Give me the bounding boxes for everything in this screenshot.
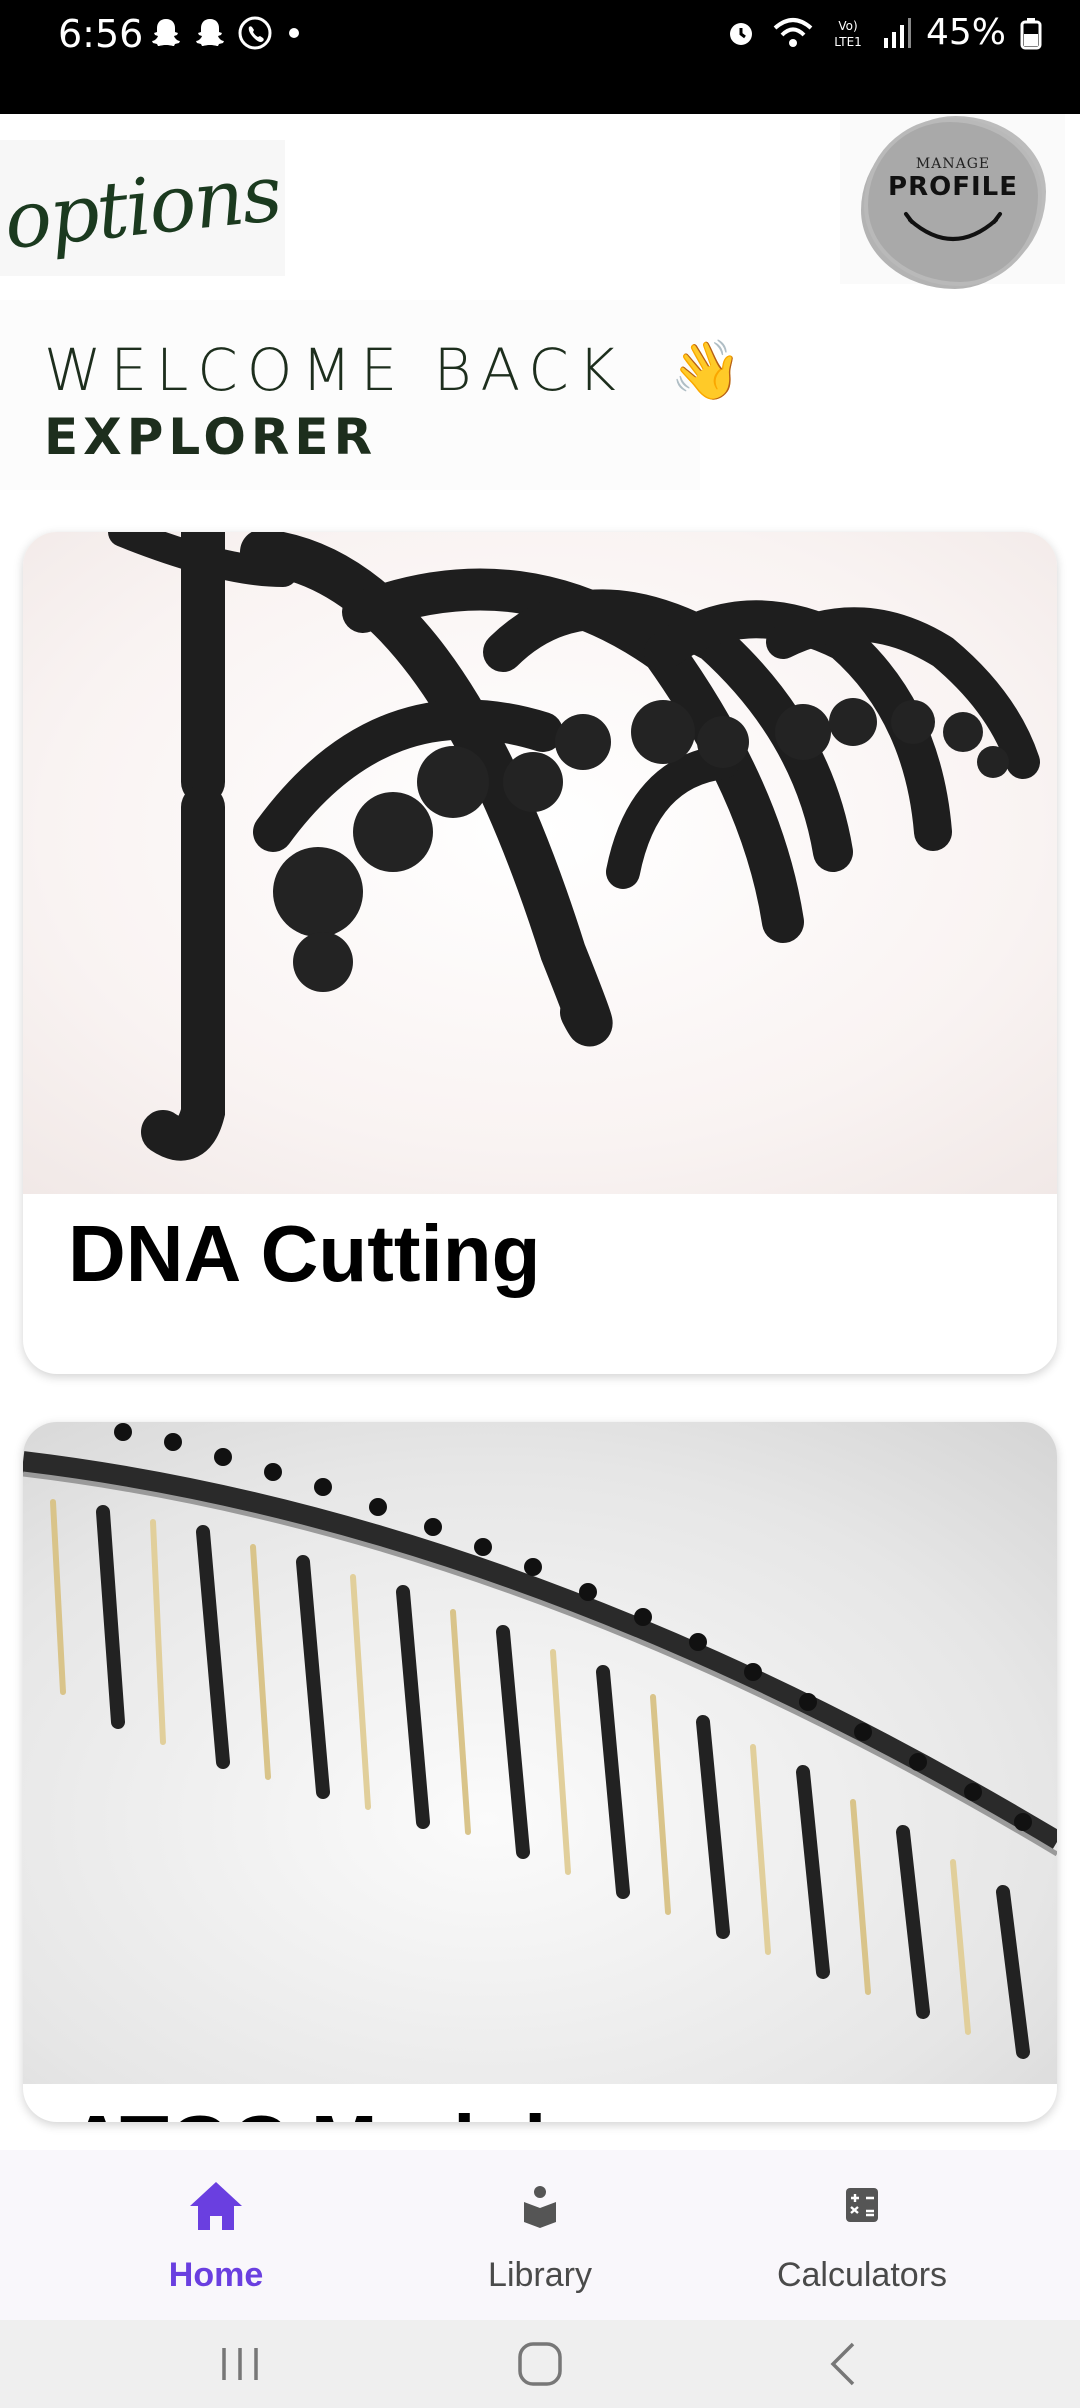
logo-text: options [0, 148, 285, 268]
battery-percent: 45% [925, 12, 1006, 53]
back-icon[interactable] [805, 2336, 885, 2392]
dna-helix-image [23, 532, 1057, 1194]
status-time: 6:56 [58, 12, 144, 56]
module-card-dna-cutting[interactable]: DNA Cutting [23, 532, 1057, 1374]
snapchat-icon [152, 19, 180, 46]
profile-badge[interactable]: MANAGE PROFILE [868, 122, 1038, 282]
profile-small-text: MANAGE [915, 156, 991, 172]
home-icon [190, 2182, 242, 2230]
snapchat-icon [196, 19, 224, 46]
profile-big-text: PROFILE [888, 172, 1018, 202]
nav-item-library[interactable]: Library [420, 2178, 660, 2295]
welcome-banner: WELCOME BACK 👋 EXPLORER [0, 300, 742, 490]
recent-apps-icon[interactable] [200, 2336, 280, 2392]
nav-label-calculators: Calculators [776, 2256, 948, 2294]
manage-profile-button[interactable]: MANAGE PROFILE [840, 114, 1065, 284]
module-card-atgc[interactable]: ATGC Module [23, 1422, 1057, 2122]
notification-icons [148, 14, 306, 52]
wifi-icon [773, 17, 813, 47]
card-title: DNA Cutting [68, 1209, 541, 1298]
alarm-icon [729, 22, 752, 45]
dot-icon [289, 28, 299, 38]
welcome-heading: WELCOME BACK 👋 [44, 336, 751, 405]
status-bar: 6:56 Vo) LTE1 45% [0, 0, 1080, 114]
battery-icon [1020, 17, 1042, 49]
home-system-icon[interactable] [500, 2336, 580, 2392]
comb-strand-image [23, 1422, 1057, 2084]
system-status-icons: Vo) LTE1 45% [724, 12, 1042, 53]
signal-icon [883, 17, 911, 48]
nav-item-calculators[interactable]: Calculators [742, 2178, 982, 2295]
waving-hand-icon: 👋 [670, 336, 752, 404]
svg-text:LTE1: LTE1 [834, 35, 862, 49]
volte-icon: Vo) LTE1 [834, 19, 862, 49]
app-logo: options [0, 140, 285, 276]
app-header: options MANAGE PROFILE [0, 114, 1080, 304]
calculator-icon [846, 2188, 878, 2222]
card-title: ATGC Module [68, 2098, 591, 2122]
system-navigation-bar [0, 2320, 1080, 2408]
bottom-navigation: Home Library Calculators [0, 2150, 1080, 2320]
whatsapp-icon [238, 16, 272, 50]
svg-text:Vo): Vo) [838, 19, 857, 33]
library-icon [524, 2186, 556, 2228]
nav-label-home: Home [168, 2256, 264, 2294]
nav-item-home[interactable]: Home [96, 2178, 336, 2295]
smile-icon [904, 212, 1002, 241]
welcome-subheading: EXPLORER [44, 408, 378, 466]
welcome-text: WELCOME BACK [44, 336, 625, 404]
nav-label-library: Library [488, 2256, 592, 2294]
